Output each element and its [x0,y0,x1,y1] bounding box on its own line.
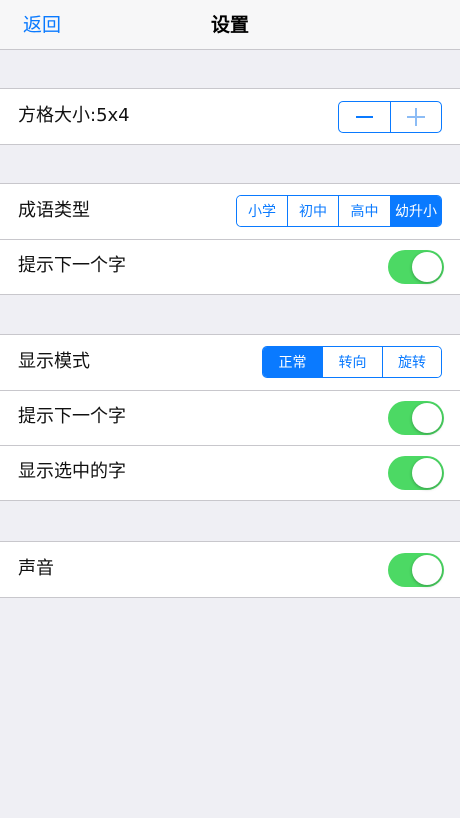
page-title: 设置 [210,14,249,36]
idiom-type-segmented-control[interactable]: 小学 初中 高中 幼升小 [236,195,442,227]
sound-group: 声音 [0,541,460,598]
idiom-hint-toggle[interactable] [388,250,444,284]
increment-button[interactable] [389,102,442,132]
toggle-knob [412,555,442,585]
toggle-knob [412,403,442,433]
show-selected-label: 显示选中的字 [18,461,126,482]
grid-size-label: 方格大小:5x4 [18,105,130,126]
grid-size-group: 方格大小:5x4 [0,88,460,145]
idiom-group: 成语类型 小学 初中 高中 幼升小 提示下一个字 [0,183,460,295]
idiom-type-option-0[interactable]: 小学 [237,196,287,226]
minus-icon [356,116,373,118]
navigation-bar: 返回 设置 [0,0,460,50]
grid-size-row: 方格大小:5x4 [0,89,460,144]
idiom-hint-row: 提示下一个字 [0,239,460,294]
idiom-type-option-2[interactable]: 高中 [338,196,390,226]
display-mode-option-1[interactable]: 转向 [322,347,382,377]
display-hint-toggle[interactable] [388,401,444,435]
display-hint-row: 提示下一个字 [0,390,460,445]
toggle-knob [412,252,442,282]
toggle-knob [412,458,442,488]
idiom-hint-label: 提示下一个字 [18,255,126,276]
display-group: 显示模式 正常 转向 旋转 提示下一个字 显示选中的字 [0,334,460,501]
decrement-button[interactable] [339,102,390,132]
sound-label: 声音 [18,558,54,579]
sound-row: 声音 [0,542,460,597]
sound-toggle[interactable] [388,553,444,587]
idiom-type-option-1[interactable]: 初中 [287,196,338,226]
show-selected-row: 显示选中的字 [0,445,460,500]
display-mode-segmented-control[interactable]: 正常 转向 旋转 [262,346,442,378]
display-mode-option-0[interactable]: 正常 [263,347,322,377]
display-mode-option-2[interactable]: 旋转 [382,347,441,377]
idiom-type-row: 成语类型 小学 初中 高中 幼升小 [0,184,460,239]
idiom-type-label: 成语类型 [18,200,90,221]
display-mode-row: 显示模式 正常 转向 旋转 [0,335,460,390]
show-selected-toggle[interactable] [388,456,444,490]
idiom-type-option-3[interactable]: 幼升小 [390,196,441,226]
display-mode-label: 显示模式 [18,351,90,372]
display-hint-label: 提示下一个字 [18,406,126,427]
grid-size-stepper[interactable] [338,101,442,133]
